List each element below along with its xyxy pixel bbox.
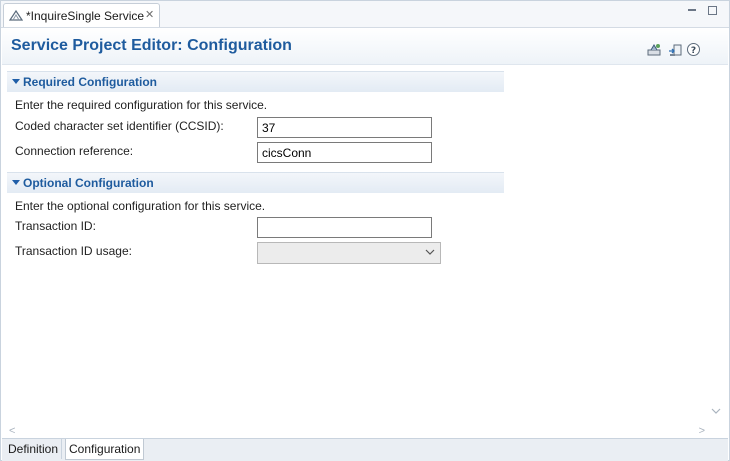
transaction-id-label: Transaction ID: (15, 219, 96, 233)
export-icon[interactable] (668, 42, 683, 57)
tab-definition[interactable]: Definition (5, 439, 63, 459)
connection-reference-input[interactable] (257, 142, 432, 163)
editor-window: *InquireSingle Service ✕ Service Project… (0, 0, 730, 461)
page-tabs: Definition Configuration (2, 438, 728, 461)
optional-section-description: Enter the optional configuration for thi… (15, 199, 266, 213)
transaction-id-usage-select[interactable] (257, 242, 441, 264)
optional-section-title[interactable]: Optional Configuration (23, 176, 154, 190)
required-section-description: Enter the required configuration for thi… (15, 98, 268, 112)
transaction-id-input[interactable] (257, 217, 432, 238)
connection-reference-label: Connection reference: (15, 144, 134, 158)
collapse-icon[interactable] (12, 79, 20, 84)
deploy-icon[interactable] (647, 42, 662, 57)
editor-tab[interactable]: *InquireSingle Service ✕ (3, 3, 160, 27)
scroll-down-icon[interactable] (711, 407, 721, 415)
transaction-id-usage-label: Transaction ID usage: (15, 244, 132, 258)
collapse-icon[interactable] (12, 180, 20, 185)
required-section-header[interactable]: Required Configuration (7, 71, 504, 92)
editor-tab-label: *InquireSingle Service (26, 9, 145, 23)
ccsid-label: Coded character set identifier (CCSID): (15, 119, 224, 133)
form-header: Service Project Editor: Configuration ? (2, 28, 728, 65)
scroll-left-icon[interactable]: < (9, 425, 15, 437)
optional-section-header[interactable]: Optional Configuration (7, 172, 504, 193)
page-title: Service Project Editor: Configuration (11, 37, 292, 54)
required-section-title[interactable]: Required Configuration (23, 75, 157, 89)
service-icon (9, 9, 23, 21)
editor-tab-bar: *InquireSingle Service ✕ (1, 1, 729, 28)
horizontal-scrollbar[interactable]: < > (7, 425, 707, 437)
minimize-icon[interactable] (687, 5, 697, 15)
maximize-icon[interactable] (707, 5, 717, 15)
help-icon[interactable]: ? (686, 42, 701, 57)
svg-text:?: ? (691, 46, 696, 56)
ccsid-input[interactable] (257, 117, 432, 138)
close-icon[interactable]: ✕ (145, 8, 154, 21)
scroll-right-icon[interactable]: > (699, 425, 705, 437)
chevron-down-icon (425, 249, 435, 255)
tab-configuration[interactable]: Configuration (65, 439, 145, 460)
